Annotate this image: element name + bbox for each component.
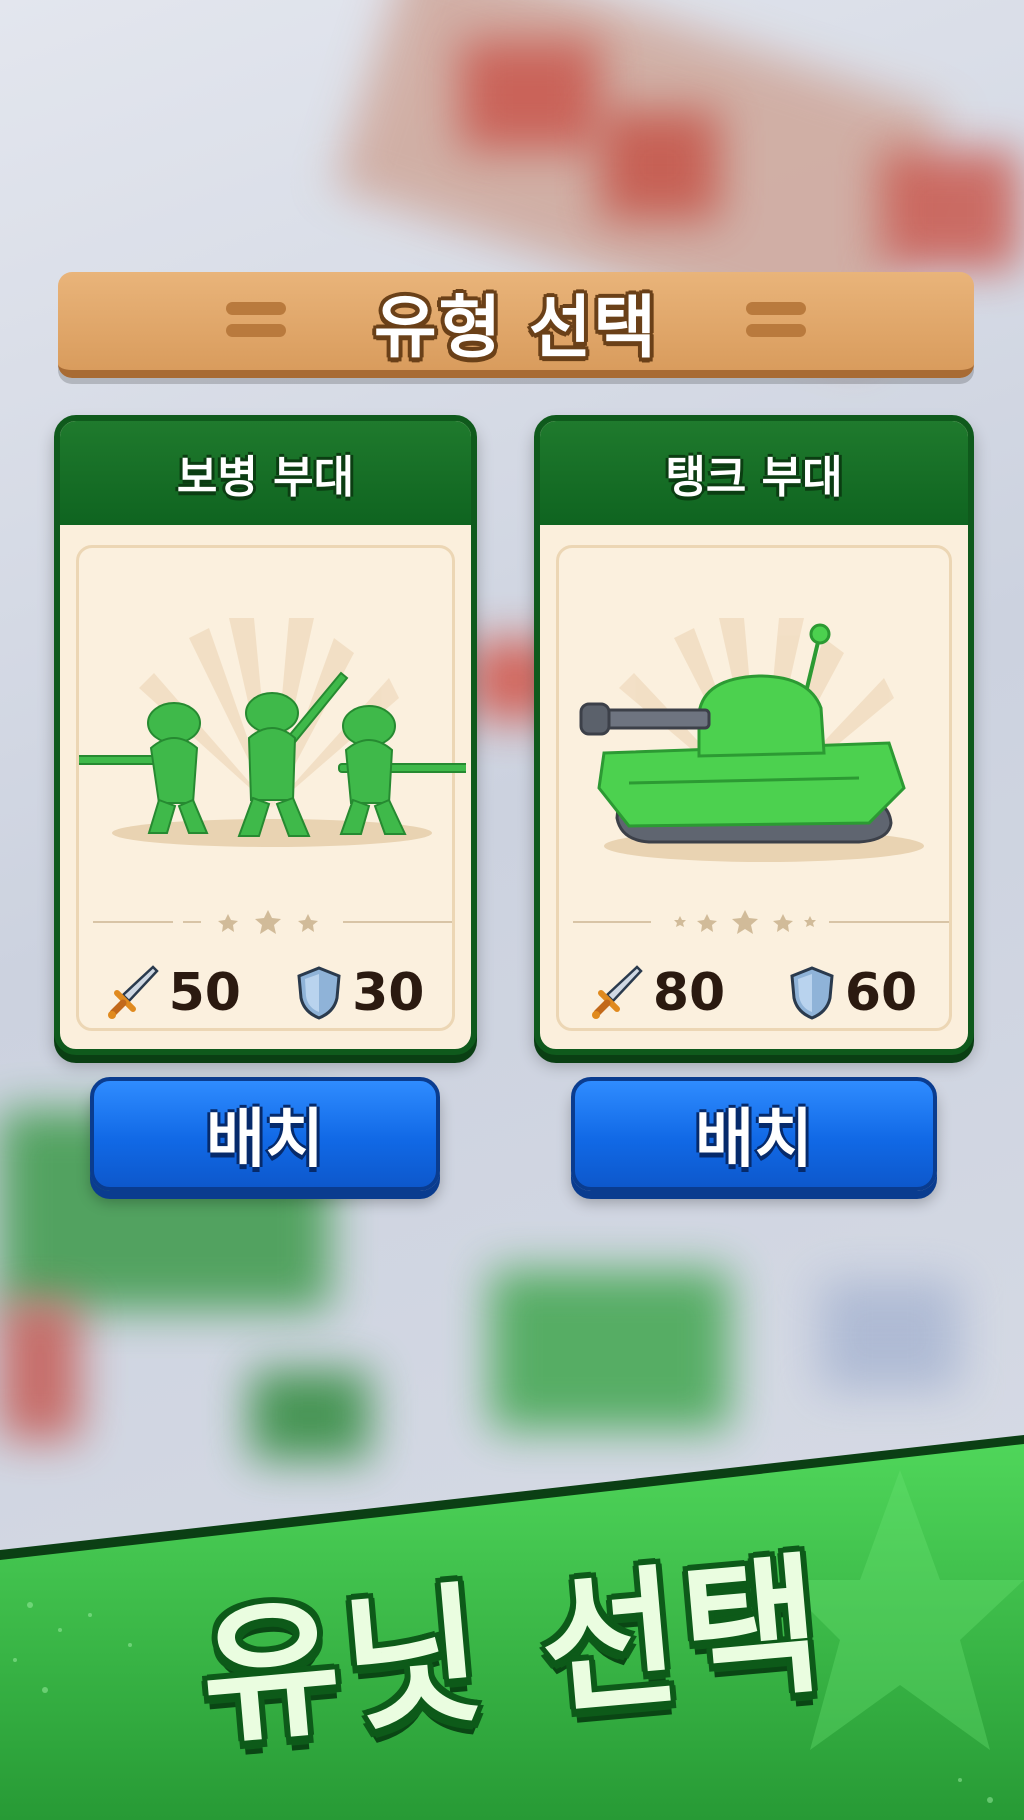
page-title: 유형 선택 [374,288,658,368]
rating-stars-icon [573,910,949,934]
sword-icon [591,965,643,1019]
attack-stat: 50 [107,963,241,1023]
header-dash-left-icon [226,302,286,346]
infantry-soldiers-icon [79,618,466,847]
sword-icon [107,965,159,1019]
card-title: 보병 부대 [176,452,355,503]
defense-stat: 30 [296,963,424,1023]
tank-unit-card[interactable]: 탱크 부대 80 60 [534,415,974,1055]
card-body: 50 30 [76,545,466,1031]
card-body: 80 60 [556,545,952,1031]
defense-stat: 60 [789,963,917,1023]
type-select-header: 유형 선택 [58,272,974,378]
deploy-tank-button[interactable]: 배치 [571,1077,937,1191]
deploy-button-label: 배치 [206,1103,324,1177]
card-header: 탱크 부대 [540,421,968,525]
unit-stats: 80 60 [559,958,949,1028]
unit-stats: 50 30 [79,958,452,1028]
header-dash-right-icon [746,302,806,346]
attack-value: 80 [652,963,726,1023]
attack-value: 50 [168,963,241,1023]
tank-icon [579,618,924,862]
shield-icon [297,966,341,1020]
defense-value: 60 [844,963,918,1023]
attack-stat: 80 [591,963,725,1023]
shield-icon [790,966,834,1020]
deploy-button-label: 배치 [695,1103,813,1177]
infantry-unit-card[interactable]: 보병 부대 50 30 [54,415,477,1055]
rating-stars-icon [93,910,452,934]
deploy-infantry-button[interactable]: 배치 [90,1077,440,1191]
defense-value: 30 [352,963,425,1023]
card-title: 탱크 부대 [665,452,843,503]
card-header: 보병 부대 [60,421,471,525]
